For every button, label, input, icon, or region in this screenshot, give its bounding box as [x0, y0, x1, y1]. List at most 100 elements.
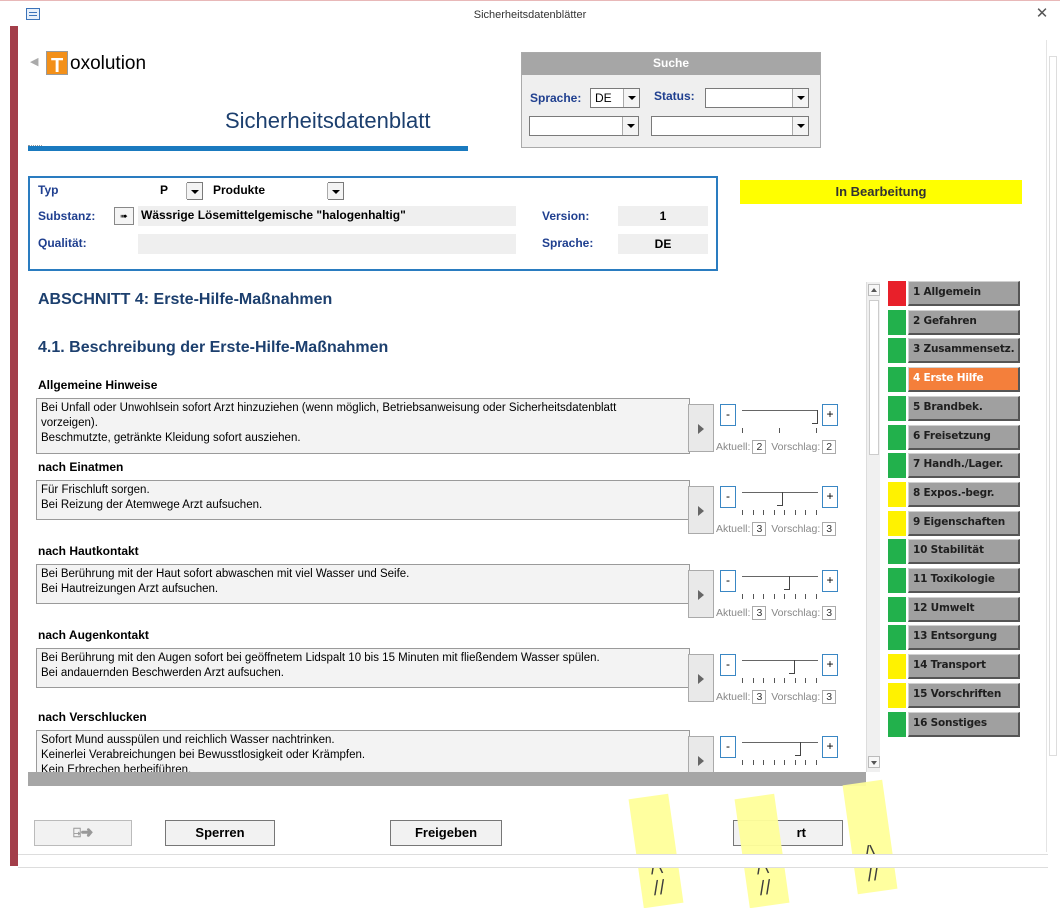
scroll-thumb[interactable] — [869, 300, 879, 455]
chevron-down-icon[interactable] — [623, 89, 639, 107]
nav-button[interactable]: 2 Gefahren — [908, 309, 1020, 335]
nav-item[interactable]: 12 Umwelt — [888, 596, 1022, 622]
nav-button[interactable]: 8 Expos.-begr. — [908, 481, 1020, 507]
scroll-down-icon[interactable] — [868, 756, 880, 768]
nav-item[interactable]: 14 Transport — [888, 654, 1022, 680]
nav-button[interactable]: 10 Stabilität — [908, 539, 1020, 565]
nav-button[interactable]: 13 Entsorgung — [908, 625, 1020, 651]
exit-door-icon: ⍈➜ — [73, 825, 93, 840]
nav-button[interactable]: 5 Brandbek. — [908, 395, 1020, 421]
decrease-button[interactable]: - — [720, 654, 736, 676]
nav-item[interactable]: 15 Vorschriften — [888, 682, 1022, 708]
close-icon[interactable]: ✕ — [1030, 1, 1054, 27]
text-line: Sofort Mund ausspülen und reichlich Wass… — [41, 734, 335, 746]
nav-button[interactable]: 12 Umwelt — [908, 596, 1020, 622]
freigeben-button[interactable]: Freigeben — [390, 820, 502, 846]
nav-button[interactable]: 15 Vorschriften — [908, 682, 1020, 708]
version-value: 1 — [618, 206, 708, 226]
nav-item[interactable]: 10 Stabilität — [888, 539, 1022, 565]
slider-handle[interactable] — [784, 576, 790, 590]
nav-button[interactable]: 7 Handh./Lager. — [908, 453, 1020, 479]
typ-dropdown[interactable] — [186, 182, 203, 200]
slider-handle[interactable] — [812, 410, 818, 424]
nav-button[interactable]: 6 Freisetzung — [908, 424, 1020, 450]
nav-button[interactable]: 4 Erste Hilfe — [908, 367, 1020, 393]
nav-button[interactable]: 3 Zusammensetz. — [908, 338, 1020, 364]
slider-handle[interactable] — [795, 742, 801, 756]
nav-button[interactable]: 9 Eigenschaften — [908, 510, 1020, 536]
play-icon[interactable] — [688, 736, 714, 772]
block-text[interactable]: Für Frischluft sorgen. Bei Reizung der At… — [36, 480, 690, 520]
search-combo-4[interactable] — [651, 116, 809, 136]
rating-slider[interactable] — [742, 410, 818, 422]
typ-name-dropdown[interactable] — [327, 182, 344, 200]
goto-substance-icon[interactable]: ➠ — [114, 207, 134, 225]
increase-button[interactable]: + — [822, 570, 838, 592]
block-text[interactable]: Bei Unfall oder Unwohlsein sofort Arzt h… — [36, 398, 690, 454]
nav-button[interactable]: 11 Toxikologie — [908, 568, 1020, 593]
nav-item[interactable]: 3 Zusammensetz. — [888, 338, 1022, 364]
text-line: Bei Berührung mit den Augen sofort bei g… — [41, 652, 600, 664]
play-icon[interactable] — [688, 570, 714, 618]
nav-item[interactable]: 7 Handh./Lager. — [888, 453, 1022, 479]
qualitaet-field[interactable] — [138, 234, 516, 254]
chevron-down-icon[interactable] — [792, 89, 808, 107]
status-indicator — [888, 625, 906, 651]
window-horizontal-scrollbar[interactable] — [18, 854, 1048, 868]
nav-button[interactable]: 16 Sonstiges — [908, 711, 1020, 737]
scroll-thumb[interactable] — [1049, 56, 1057, 756]
nav-item[interactable]: 16 Sonstiges — [888, 711, 1022, 737]
exit-button[interactable]: ⍈➜ — [34, 820, 132, 846]
sperren-button[interactable]: Sperren — [165, 820, 275, 846]
nav-item[interactable]: 4 Erste Hilfe — [888, 367, 1022, 393]
search-combo-3[interactable] — [529, 116, 639, 136]
rating-slider[interactable] — [742, 742, 818, 754]
status-indicator — [888, 596, 906, 622]
info-panel: Typ P Produkte Substanz: ➠ Wässrige Löse… — [28, 176, 718, 271]
nav-item[interactable]: 2 Gefahren — [888, 309, 1022, 335]
rating-slider[interactable] — [742, 660, 818, 672]
nav-item[interactable]: 6 Freisetzung — [888, 424, 1022, 450]
nav-item[interactable]: 9 Eigenschaften — [888, 510, 1022, 536]
rating-control: - + Aktuell: 3 Vorschlag: 3 — [688, 486, 848, 554]
chevron-down-icon[interactable] — [186, 183, 202, 199]
nav-item[interactable]: 8 Expos.-begr. — [888, 481, 1022, 507]
chevron-down-icon[interactable] — [792, 117, 808, 135]
decrease-button[interactable]: - — [720, 404, 736, 426]
window-vertical-scrollbar[interactable] — [1046, 40, 1058, 852]
small-mark-icon — [28, 138, 42, 146]
nav-item[interactable]: 5 Brandbek. — [888, 395, 1022, 421]
nav-button[interactable]: 14 Transport — [908, 654, 1020, 680]
back-arrow-icon[interactable]: ◀ — [30, 55, 40, 69]
play-icon[interactable] — [688, 486, 714, 534]
decrease-button[interactable]: - — [720, 486, 736, 508]
nav-item[interactable]: 11 Toxikologie — [888, 568, 1022, 593]
increase-button[interactable]: + — [822, 404, 838, 426]
play-icon[interactable] — [688, 654, 714, 702]
nav-item[interactable]: 13 Entsorgung — [888, 625, 1022, 651]
rating-slider[interactable] — [742, 576, 818, 588]
search-sprache-combo[interactable]: DE — [590, 88, 640, 108]
increase-button[interactable]: + — [822, 654, 838, 676]
block-heading: nach Einatmen — [38, 460, 124, 474]
sprache-value: DE — [618, 234, 708, 254]
decrease-button[interactable]: - — [720, 570, 736, 592]
decrease-button[interactable]: - — [720, 736, 736, 758]
play-icon[interactable] — [688, 404, 714, 452]
block-text[interactable]: Sofort Mund ausspülen und reichlich Wass… — [36, 730, 690, 772]
chevron-down-icon[interactable] — [622, 117, 638, 135]
status-indicator — [888, 654, 906, 680]
block-text[interactable]: Bei Berührung mit der Haut sofort abwasc… — [36, 564, 690, 604]
search-status-combo[interactable] — [705, 88, 809, 108]
substanz-field[interactable]: Wässrige Lösemittelgemische "halogenhalt… — [138, 206, 516, 226]
nav-item[interactable]: 1 Allgemein — [888, 281, 1022, 306]
increase-button[interactable]: + — [822, 736, 838, 758]
slider-handle[interactable] — [789, 660, 795, 674]
chevron-down-icon[interactable] — [327, 183, 343, 199]
scroll-up-icon[interactable] — [868, 284, 880, 296]
nav-button[interactable]: 1 Allgemein — [908, 281, 1020, 306]
slider-handle[interactable] — [777, 492, 783, 506]
increase-button[interactable]: + — [822, 486, 838, 508]
block-text[interactable]: Bei Berührung mit den Augen sofort bei g… — [36, 648, 690, 688]
content-scrollbar[interactable] — [866, 282, 880, 772]
